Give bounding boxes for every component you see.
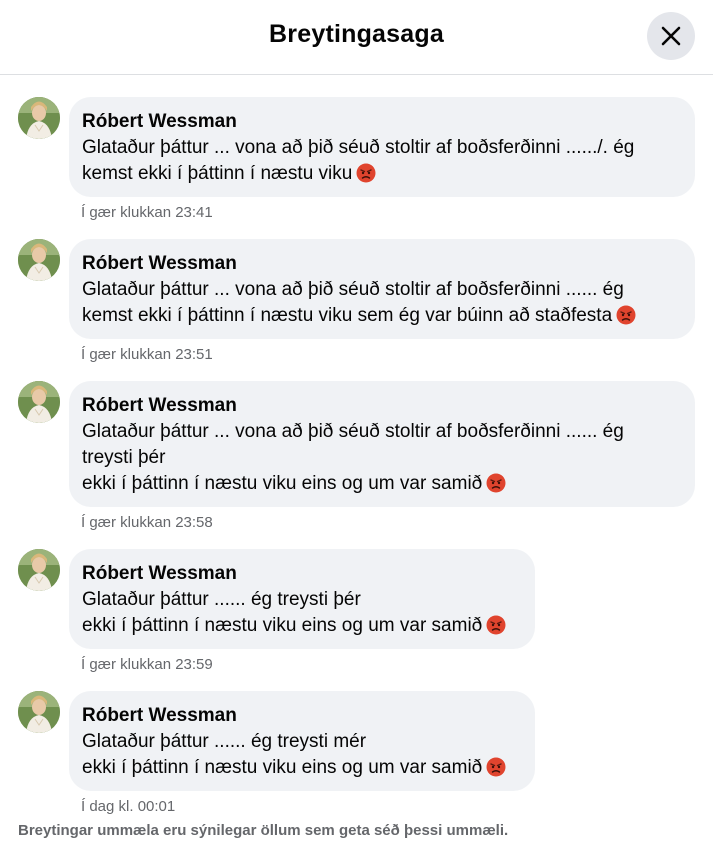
angry-face-emoji-icon	[356, 163, 376, 183]
comment-bubble: Róbert Wessman Glataður þáttur ...... ég…	[69, 549, 535, 649]
edit-timestamp: Í gær klukkan 23:51	[81, 346, 213, 363]
angry-face-emoji-icon	[616, 305, 636, 325]
edit-entry: Róbert Wessman Glataður þáttur ... vona …	[0, 381, 713, 533]
comment-bubble: Róbert Wessman Glataður þáttur ... vona …	[69, 381, 695, 507]
avatar[interactable]	[18, 691, 60, 733]
comment-text: Glataður þáttur ... vona að þið séuð sto…	[82, 277, 675, 329]
comment-text: Glataður þáttur ... vona að þið séuð sto…	[82, 135, 675, 187]
edit-entry: Róbert Wessman Glataður þáttur ... vona …	[0, 97, 713, 223]
comment-bubble: Róbert Wessman Glataður þáttur ...... ég…	[69, 691, 535, 791]
angry-face-emoji-icon	[486, 615, 506, 635]
comment-text-content: Glataður þáttur ... vona að þið séuð sto…	[82, 279, 624, 326]
visibility-note: Breytingar ummæla eru sýnilegar öllum se…	[18, 822, 509, 839]
comment-bubble: Róbert Wessman Glataður þáttur ... vona …	[69, 97, 695, 197]
close-icon	[661, 26, 681, 46]
author-name[interactable]: Róbert Wessman	[82, 251, 675, 277]
author-name[interactable]: Róbert Wessman	[82, 393, 675, 419]
avatar[interactable]	[18, 239, 60, 281]
comment-text-content: Glataður þáttur ...... ég treysti mér ek…	[82, 731, 483, 778]
comment-text: Glataður þáttur ...... ég treysti þér ek…	[82, 587, 515, 639]
angry-face-emoji-icon	[486, 473, 506, 493]
author-name[interactable]: Róbert Wessman	[82, 109, 675, 135]
comment-text-content: Glataður þáttur ...... ég treysti þér ek…	[82, 589, 483, 636]
author-name[interactable]: Róbert Wessman	[82, 703, 515, 729]
avatar[interactable]	[18, 549, 60, 591]
edit-timestamp: Í gær klukkan 23:41	[81, 204, 213, 221]
comment-text-content: Glataður þáttur ... vona að þið séuð sto…	[82, 421, 624, 494]
edit-entry: Róbert Wessman Glataður þáttur ...... ég…	[0, 691, 713, 817]
edit-history-list: Róbert Wessman Glataður þáttur ... vona …	[0, 97, 713, 833]
edit-timestamp: Í dag kl. 00:01	[81, 798, 176, 815]
comment-text: Glataður þáttur ... vona að þið séuð sto…	[82, 419, 675, 497]
author-name[interactable]: Róbert Wessman	[82, 561, 515, 587]
edit-timestamp: Í gær klukkan 23:58	[81, 514, 213, 531]
avatar[interactable]	[18, 381, 60, 423]
edit-timestamp: Í gær klukkan 23:59	[81, 656, 213, 673]
edit-entry: Róbert Wessman Glataður þáttur ... vona …	[0, 239, 713, 365]
comment-bubble: Róbert Wessman Glataður þáttur ... vona …	[69, 239, 695, 339]
avatar[interactable]	[18, 97, 60, 139]
close-button[interactable]	[647, 12, 695, 60]
dialog-header: Breytingasaga	[0, 0, 713, 75]
dialog-title: Breytingasaga	[269, 20, 444, 48]
comment-text: Glataður þáttur ...... ég treysti mér ek…	[82, 729, 515, 781]
angry-face-emoji-icon	[486, 757, 506, 777]
edit-entry: Róbert Wessman Glataður þáttur ...... ég…	[0, 549, 713, 675]
